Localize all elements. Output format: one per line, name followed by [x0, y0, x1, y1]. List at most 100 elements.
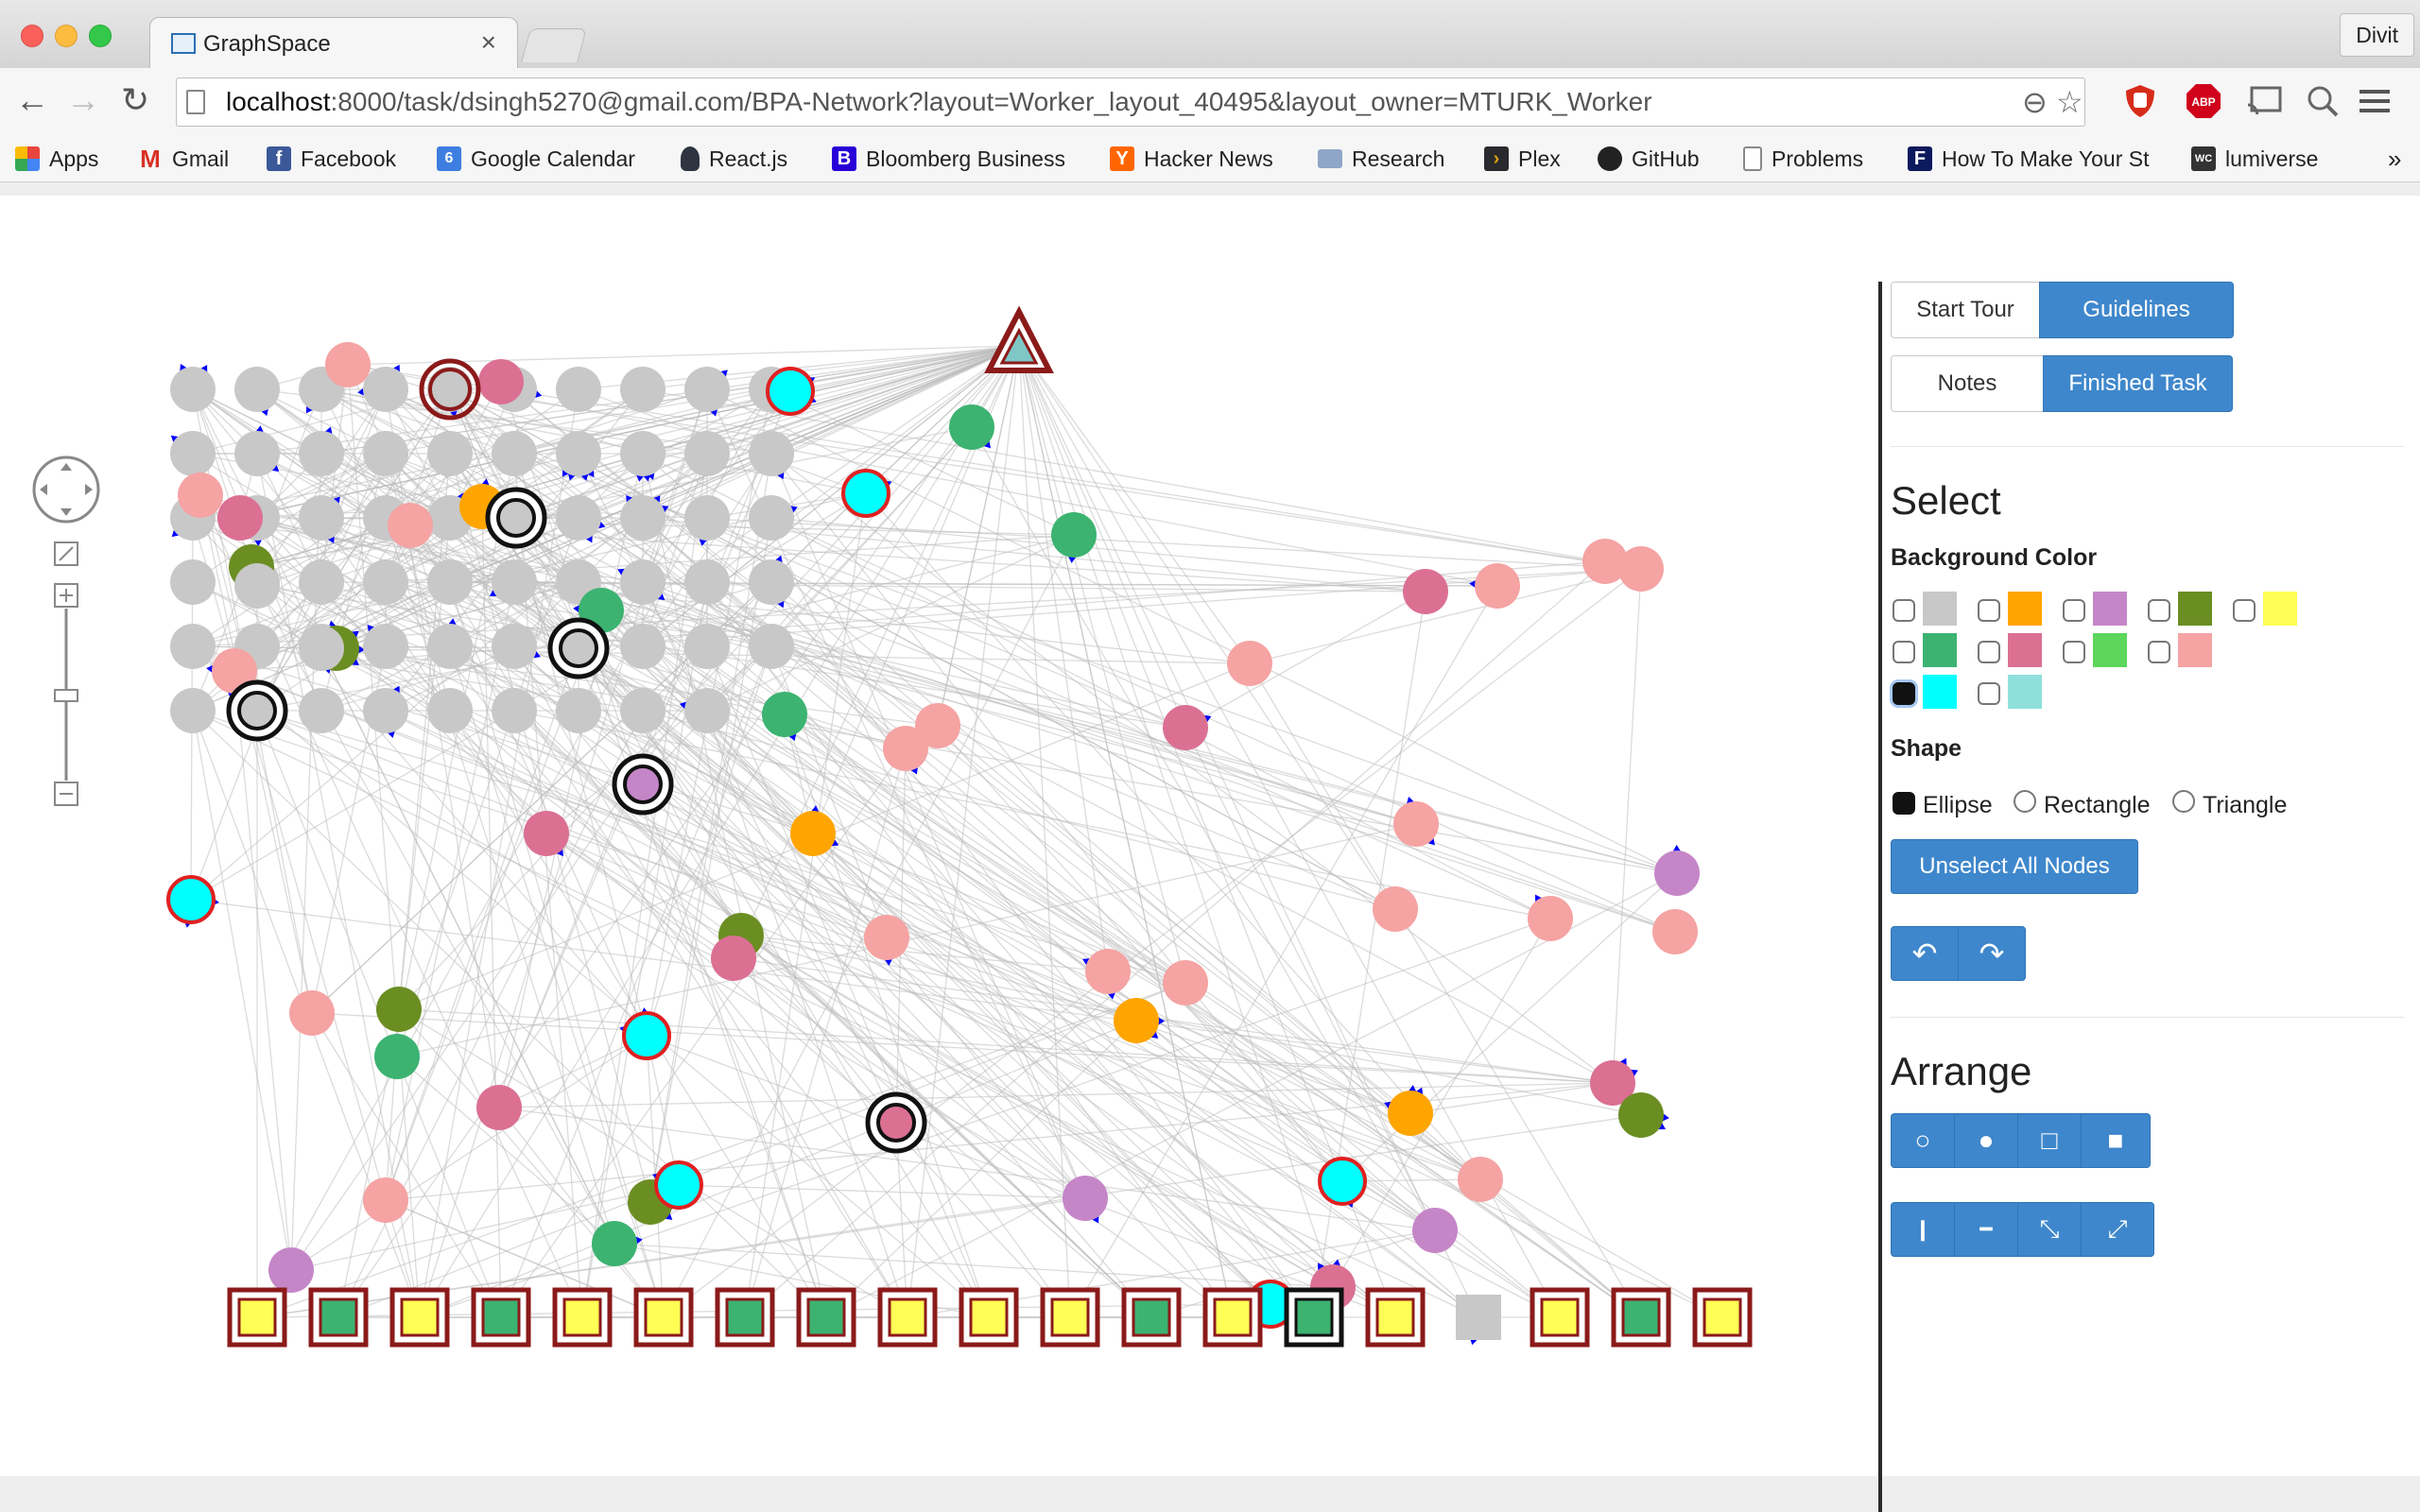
- graph-node[interactable]: [864, 915, 909, 960]
- graph-node[interactable]: [363, 1177, 408, 1223]
- graph-node[interactable]: [170, 431, 216, 476]
- graph-node[interactable]: [289, 990, 335, 1036]
- arrange-square-filled-icon[interactable]: ■: [2081, 1113, 2151, 1168]
- notes-button[interactable]: Notes: [1891, 355, 2044, 412]
- square-node[interactable]: [1540, 1297, 1580, 1337]
- graph-node[interactable]: [620, 624, 666, 669]
- graph-node[interactable]: [234, 431, 280, 476]
- graph-node[interactable]: [170, 559, 216, 605]
- zoom-magnifier-icon[interactable]: ⊖: [2022, 84, 2048, 120]
- compress-icon[interactable]: ⤡: [2017, 1202, 2082, 1257]
- square-node[interactable]: [319, 1297, 358, 1337]
- graph-node[interactable]: [749, 624, 794, 669]
- shape-ellipse-radio[interactable]: [1893, 792, 1915, 815]
- graph-node[interactable]: [684, 688, 730, 733]
- square-node[interactable]: [644, 1297, 683, 1337]
- graph-node[interactable]: [427, 688, 473, 733]
- graph-node[interactable]: [427, 431, 473, 476]
- profile-button[interactable]: Divit: [2340, 13, 2414, 57]
- color-checkbox[interactable]: [2233, 599, 2256, 622]
- graph-node[interactable]: [299, 431, 344, 476]
- expand-icon[interactable]: ⤢: [2081, 1202, 2154, 1257]
- graph-node[interactable]: [556, 367, 601, 412]
- color-checkbox[interactable]: [2148, 599, 2170, 622]
- graph-node[interactable]: [363, 688, 408, 733]
- graph-node[interactable]: [170, 367, 216, 412]
- graph-node[interactable]: [1403, 569, 1448, 614]
- graph-node[interactable]: [178, 472, 223, 518]
- graph-node[interactable]: [620, 431, 666, 476]
- graph-node[interactable]: [234, 367, 280, 412]
- bookmarks-overflow-chevron-icon[interactable]: »: [2388, 140, 2401, 178]
- graph-node[interactable]: [684, 431, 730, 476]
- graph-node[interactable]: [476, 1085, 522, 1130]
- zoom-out-icon[interactable]: [54, 782, 78, 806]
- graph-node[interactable]: [1393, 801, 1439, 847]
- graph-node[interactable]: [711, 936, 756, 981]
- square-node[interactable]: [1375, 1297, 1415, 1337]
- graph-node[interactable]: [268, 1247, 314, 1293]
- color-checkbox[interactable]: [2063, 641, 2085, 663]
- unselect-all-nodes-button[interactable]: Unselect All Nodes: [1891, 839, 2138, 894]
- inspect-magnifier-icon[interactable]: [2303, 83, 2341, 119]
- square-node[interactable]: [1132, 1297, 1171, 1337]
- graph-node[interactable]: [556, 431, 601, 476]
- graph-node[interactable]: [556, 495, 601, 541]
- square-node[interactable]: [725, 1297, 765, 1337]
- graph-node[interactable]: [620, 495, 666, 541]
- graph-node[interactable]: [496, 498, 536, 538]
- graph-node[interactable]: [883, 726, 928, 771]
- undo-arrow-icon[interactable]: ↶: [1891, 926, 1959, 981]
- square-node[interactable]: [1294, 1297, 1334, 1337]
- graph-node[interactable]: [237, 691, 277, 730]
- graph-node[interactable]: [949, 404, 994, 450]
- graph-node[interactable]: [524, 811, 569, 856]
- graph-node[interactable]: [620, 367, 666, 412]
- redo-arrow-icon[interactable]: ↷: [1958, 926, 2026, 981]
- graph-node[interactable]: [492, 688, 537, 733]
- graph-node[interactable]: [876, 1103, 916, 1143]
- graph-node[interactable]: [363, 431, 408, 476]
- color-checkbox[interactable]: [2148, 641, 2170, 663]
- graph-node[interactable]: [1063, 1176, 1108, 1221]
- selected-graph-node[interactable]: [622, 1011, 671, 1060]
- graph-node[interactable]: [1085, 949, 1131, 994]
- cast-icon[interactable]: [2246, 83, 2284, 119]
- graph-node[interactable]: [492, 559, 537, 605]
- start-tour-button[interactable]: Start Tour: [1891, 282, 2040, 338]
- arrange-square-hollow-icon[interactable]: □: [2017, 1113, 2082, 1168]
- graph-node[interactable]: [620, 559, 666, 605]
- bookmark-how-to-make[interactable]: F How To Make Your St: [1908, 140, 2153, 178]
- graph-node[interactable]: [1652, 909, 1698, 954]
- shape-triangle-radio[interactable]: [2172, 790, 2195, 813]
- graph-node[interactable]: [363, 559, 408, 605]
- align-horizontal-icon[interactable]: ━: [1954, 1202, 2018, 1257]
- square-node[interactable]: [969, 1297, 1009, 1337]
- graph-node[interactable]: [1618, 546, 1664, 592]
- graph-node[interactable]: [1163, 960, 1208, 1005]
- graph-node[interactable]: [684, 624, 730, 669]
- graph-node[interactable]: [427, 559, 473, 605]
- align-vertical-icon[interactable]: ❙: [1891, 1202, 1955, 1257]
- bookmark-star-icon[interactable]: ☆: [2056, 84, 2083, 120]
- graph-node[interactable]: [217, 495, 263, 541]
- graph-node[interactable]: [684, 367, 730, 412]
- graph-node[interactable]: [1163, 705, 1208, 750]
- guidelines-button[interactable]: Guidelines: [2039, 282, 2234, 338]
- shape-rectangle-radio[interactable]: [2014, 790, 2036, 813]
- selected-graph-node[interactable]: [1318, 1157, 1367, 1206]
- graph-node[interactable]: [749, 495, 794, 541]
- graph-node[interactable]: [1654, 850, 1700, 896]
- graph-node[interactable]: [1227, 641, 1272, 686]
- graph-node[interactable]: [790, 811, 836, 856]
- graph-node[interactable]: [556, 688, 601, 733]
- graph-node[interactable]: [428, 368, 472, 411]
- graph-node[interactable]: [374, 1034, 420, 1079]
- zoom-slider-handle[interactable]: [54, 689, 78, 702]
- color-checkbox[interactable]: [1893, 682, 1915, 705]
- graph-node[interactable]: [559, 628, 598, 668]
- graph-node[interactable]: [684, 495, 730, 541]
- graph-node[interactable]: [749, 431, 794, 476]
- graph-node[interactable]: [325, 342, 371, 387]
- graph-node[interactable]: [623, 765, 663, 804]
